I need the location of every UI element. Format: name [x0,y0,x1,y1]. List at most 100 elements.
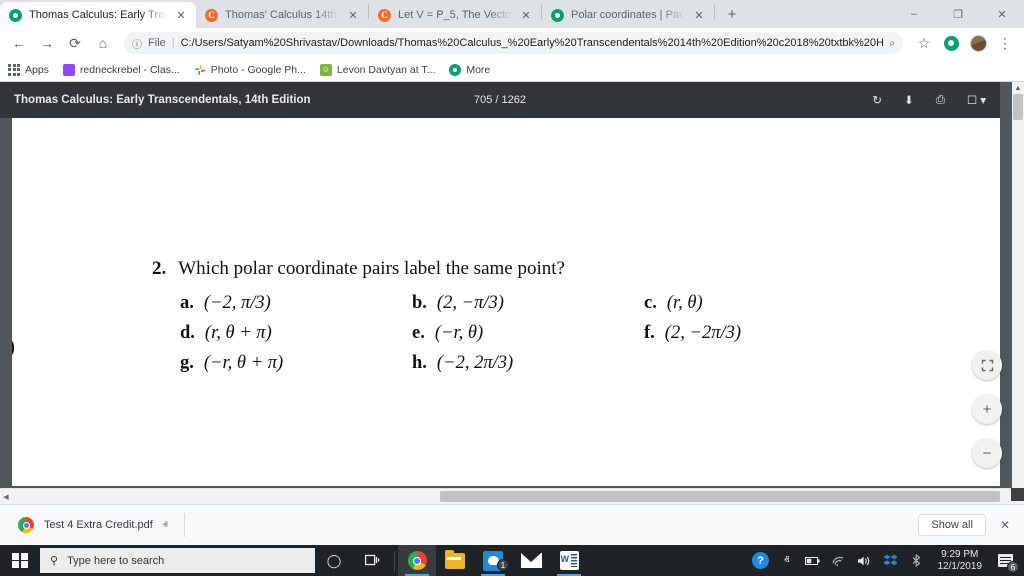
taskbar-app-messaging[interactable]: 1 [474,545,512,576]
choice-g: g. (−r, θ + π) [180,353,412,374]
browser-tab-4[interactable]: Polar coordinates | Parametric eq ✕ [542,2,714,28]
tab-close-icon[interactable]: ✕ [346,8,360,22]
reload-icon[interactable]: ⟳ [62,30,88,56]
close-shelf-icon[interactable]: ✕ [1000,518,1014,532]
chegg-icon: C [378,8,391,22]
action-center-button[interactable]: 6 [990,545,1020,576]
problem-heading: 2. Which polar coordinate pairs label th… [152,258,932,280]
fit-to-page-button[interactable] [972,350,1002,380]
taskbar-app-word[interactable] [550,545,588,576]
clock-time: 9:29 PM [941,548,979,560]
chrome-icon [407,551,427,570]
forward-icon[interactable]: → [34,30,60,56]
person-icon: ☺ [319,63,332,76]
chrome-menu-icon[interactable]: ⋮ [992,30,1018,56]
wifi-icon[interactable] [826,545,852,576]
minimize-button[interactable]: – [892,0,936,28]
address-bar[interactable]: ⓘ File | C:/Users/Satyam%20Shrivastav/Do… [124,32,903,54]
download-menu-caret-icon[interactable]: ⱏ [163,520,168,531]
bookmark-button[interactable]: ☐ ▾ [967,93,986,107]
bookmark-levon-davtyan[interactable]: ☺ Levon Davtyan at T... [319,63,436,76]
tab-divider [714,4,715,19]
close-window-button[interactable]: ✕ [980,0,1024,28]
choice-label: a. [180,293,194,313]
taskbar-app-chrome[interactable] [398,545,436,576]
choice-label: f. [644,323,655,343]
home-icon[interactable]: ⌂ [90,30,116,56]
scroll-left-arrow[interactable]: ◀ [0,489,12,504]
download-shelf: Test 4 Extra Credit.pdf ⱏ Show all ✕ [0,504,1024,545]
url-text: C:/Users/Satyam%20Shrivastav/Downloads/T… [180,37,884,49]
bookmark-label: Apps [25,63,49,76]
bookmark-apps[interactable]: Apps [8,63,49,76]
new-tab-button[interactable]: + [719,1,745,27]
horizontal-scrollbar[interactable]: ◀ ▶ [0,488,1024,504]
pdf-zoom-controls: + − [972,350,1002,468]
vertical-scrollbar[interactable]: ▲ [1012,82,1024,488]
file-explorer-icon [445,549,465,569]
tab-strip: Thomas Calculus: Early Transcend ✕ C Tho… [0,0,1024,28]
choice-value: (−2, π/3) [203,293,271,313]
battery-icon[interactable] [800,545,826,576]
vertical-scroll-thumb[interactable] [1013,94,1023,120]
bookmark-google-photos[interactable]: Photo - Google Ph... [194,64,306,76]
browser-tab-1[interactable]: Thomas Calculus: Early Transcend ✕ [0,2,196,28]
choice-f: f. (2, −2π/3) [644,323,876,344]
print-button[interactable]: ⎙ [936,94,945,107]
browser-tab-3[interactable]: C Let V = P_5, The Vector Space Of ✕ [369,2,541,28]
back-icon[interactable]: ← [6,30,32,56]
chegg-icon: C [205,8,218,22]
browser-tab-2[interactable]: C Thomas' Calculus 14th Edition Te ✕ [196,2,368,28]
choice-label: c. [644,293,657,313]
taskbar-search-box[interactable]: ⚲ Type here to search [40,548,315,573]
zoom-indicator-icon[interactable]: ⌕ [889,38,895,49]
zoom-out-button[interactable]: − [972,438,1002,468]
problem-block: 2. Which polar coordinate pairs label th… [152,258,932,374]
bookmark-star-icon[interactable]: ☆ [911,30,937,56]
taskbar-clock[interactable]: 9:29 PM 12/1/2019 [930,549,991,573]
tab-close-icon[interactable]: ✕ [519,8,533,22]
pdf-toolbar: Thomas Calculus: Early Transcendentals, … [0,82,1000,118]
show-hidden-icons[interactable]: ⱏ [774,545,800,576]
green-extension-icon[interactable] [938,30,964,56]
toolbar-right-actions: ☆ ⋮ [911,30,1018,56]
dropbox-icon[interactable] [878,545,904,576]
taskbar-app-mail[interactable] [512,545,550,576]
scroll-up-arrow[interactable]: ▲ [1012,82,1024,94]
bookmark-more[interactable]: More [449,63,490,76]
rotate-button[interactable]: ↻ [872,93,882,107]
tab-close-icon[interactable]: ✕ [692,8,706,22]
help-icon[interactable]: ? [748,545,774,576]
choice-value: (−r, θ + π) [203,353,284,373]
chrome-pdf-icon [18,517,34,533]
bookmark-label: Levon Davtyan at T... [336,63,436,76]
twitch-icon [62,63,75,76]
bookmark-redneckrebel[interactable]: redneckrebel - Clas... [62,63,180,76]
profile-avatar[interactable] [965,30,991,56]
messaging-badge: 1 [497,559,509,571]
horizontal-scroll-thumb[interactable] [440,491,1000,502]
word-icon [559,551,579,570]
zoom-in-button[interactable]: + [972,394,1002,424]
choice-label: d. [180,323,195,343]
volume-icon[interactable] [852,545,878,576]
globe-green-icon [9,8,22,22]
start-button[interactable] [0,545,40,576]
cortana-icon[interactable]: ◯ [315,545,353,576]
download-item[interactable]: Test 4 Extra Credit.pdf ⱏ [10,513,176,537]
choice-value: (r, θ + π) [204,323,272,343]
tab-close-icon[interactable]: ✕ [174,8,188,22]
task-view-icon[interactable] [353,545,391,576]
choice-value: (2, −2π/3) [664,323,742,343]
maximize-button[interactable]: ❐ [936,0,980,28]
problem-question-text: Which polar coordinate pairs label the s… [178,258,565,279]
taskbar-app-file-explorer[interactable] [436,545,474,576]
download-shelf-actions: Show all ✕ [918,514,1014,536]
download-button[interactable]: ⬇ [904,93,914,107]
choice-e: e. (−r, θ) [412,323,644,344]
show-all-downloads-button[interactable]: Show all [918,514,986,536]
bluetooth-icon[interactable] [904,545,930,576]
choice-label: h. [412,353,427,373]
windows-taskbar: ⚲ Type here to search ◯ 1 ? [0,545,1024,576]
browser-toolbar: ← → ⟳ ⌂ ⓘ File | C:/Users/Satyam%20Shriv… [0,28,1024,58]
